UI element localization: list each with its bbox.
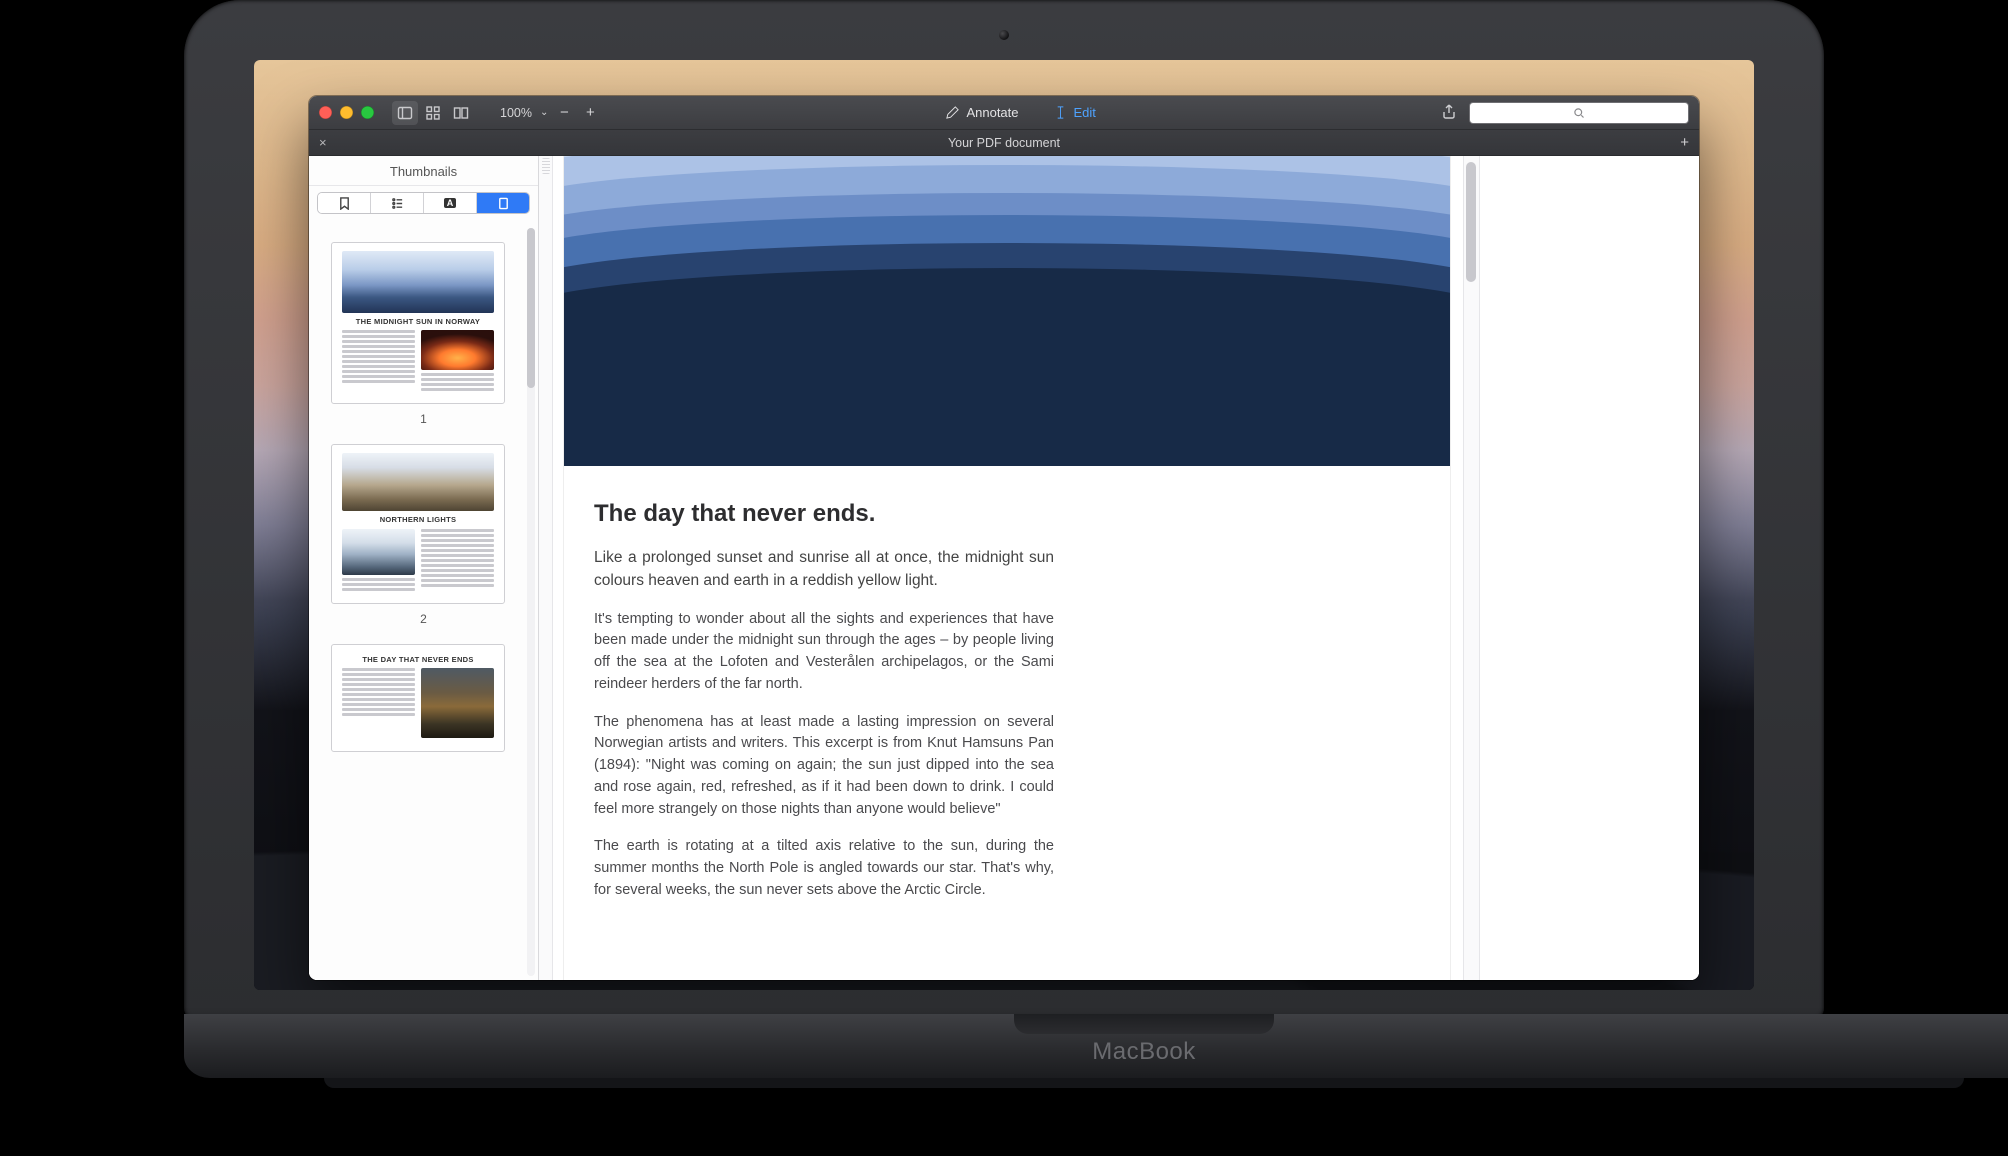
- thumb-page-number: 1: [319, 412, 528, 426]
- thumb-inset-image: [421, 330, 494, 370]
- view-grid-button[interactable]: [420, 101, 446, 125]
- bookmark-icon: [338, 197, 351, 210]
- seg-outline[interactable]: [370, 193, 423, 213]
- macbook-base: MacBook: [184, 1014, 2008, 1078]
- thumb-title: THE DAY THAT NEVER ENDS: [342, 655, 494, 664]
- seg-annotations[interactable]: A: [423, 193, 476, 213]
- page-gutter: [539, 156, 553, 980]
- sidebar-title: Thumbnails: [309, 156, 538, 186]
- thumb-title: NORTHERN LIGHTS: [342, 515, 494, 524]
- macbook-frame: 100% ⌄ − + Annotate Edit: [184, 0, 1824, 1078]
- thumbnail-page-1[interactable]: THE MIDNIGHT SUN IN NORWAY: [331, 242, 505, 404]
- thumb-title: THE MIDNIGHT SUN IN NORWAY: [342, 317, 494, 326]
- close-tab-button[interactable]: ×: [319, 135, 327, 150]
- thumbnail-list[interactable]: THE MIDNIGHT SUN IN NORWAY: [309, 224, 538, 980]
- document-viewer: The day that never ends. Like a prolonge…: [539, 156, 1699, 980]
- thumbnail-page-2[interactable]: NORTHERN LIGHTS: [331, 444, 505, 603]
- thumb-page-number: 2: [319, 612, 528, 626]
- document-tab-title[interactable]: Your PDF document: [948, 136, 1060, 150]
- thumb-text: [421, 529, 494, 593]
- window-controls: [319, 106, 374, 119]
- search-icon: [1573, 107, 1585, 119]
- article-paragraph: It's tempting to wonder about all the si…: [594, 609, 1054, 696]
- thumb-inset-image: [421, 668, 494, 738]
- zoom-control: 100% ⌄ − +: [500, 104, 600, 121]
- viewer-scrollbar-thumb[interactable]: [1466, 162, 1476, 282]
- thumb-image: [342, 251, 494, 313]
- annotations-icon: A: [444, 198, 457, 208]
- edit-mode-button[interactable]: Edit: [1053, 105, 1096, 120]
- thumb-image: [342, 453, 494, 511]
- hero-image: [564, 156, 1450, 466]
- list-icon: [391, 197, 404, 210]
- tab-bar: × Your PDF document +: [309, 130, 1699, 156]
- view-two-page-button[interactable]: [448, 101, 474, 125]
- seg-bookmarks[interactable]: [318, 193, 370, 213]
- article-paragraph: The phenomena has at least made a lastin…: [594, 712, 1054, 821]
- thumb-inset-image: [342, 529, 415, 575]
- close-window-button[interactable]: [319, 106, 332, 119]
- inspector-panel: [1479, 156, 1699, 980]
- zoom-window-button[interactable]: [361, 106, 374, 119]
- sidebar-scrollbar-thumb[interactable]: [527, 228, 535, 388]
- share-icon: [1441, 103, 1457, 119]
- thumb-text: [342, 578, 415, 591]
- device-brand-label: MacBook: [1092, 1038, 1196, 1066]
- zoom-in-button[interactable]: +: [580, 104, 600, 121]
- annotate-mode-button[interactable]: Annotate: [945, 105, 1018, 120]
- thumbnail-page-3[interactable]: THE DAY THAT NEVER ENDS: [331, 644, 505, 752]
- zoom-dropdown-icon[interactable]: ⌄: [540, 107, 548, 118]
- zoom-out-button[interactable]: −: [554, 104, 574, 121]
- thumb-text: [342, 668, 415, 741]
- thumb-text: [421, 373, 494, 391]
- page-icon: [497, 197, 510, 210]
- toggle-sidebar-button[interactable]: [392, 101, 418, 125]
- pencil-icon: [945, 105, 960, 120]
- minimize-window-button[interactable]: [340, 106, 353, 119]
- thumb-text: [342, 330, 415, 393]
- text-cursor-icon: [1053, 105, 1068, 120]
- edit-label: Edit: [1074, 105, 1096, 120]
- article-paragraph: Like a prolonged sunset and sunrise all …: [594, 546, 1054, 593]
- article-heading: The day that never ends.: [594, 500, 1054, 528]
- zoom-level-label[interactable]: 100%: [500, 106, 532, 120]
- document-page: The day that never ends. Like a prolonge…: [563, 156, 1451, 980]
- camera-dot: [999, 30, 1009, 40]
- annotate-label: Annotate: [966, 105, 1018, 120]
- share-button[interactable]: [1441, 103, 1457, 122]
- gutter-drag-handle[interactable]: [542, 158, 550, 174]
- pdf-app-window: 100% ⌄ − + Annotate Edit: [309, 96, 1699, 980]
- toolbar: 100% ⌄ − + Annotate Edit: [309, 96, 1699, 130]
- seg-thumbnails[interactable]: [476, 193, 529, 213]
- thumbnails-sidebar: Thumbnails A: [309, 156, 539, 980]
- article-paragraph: The earth is rotating at a tilted axis r…: [594, 836, 1054, 901]
- sidebar-toggle-group: [392, 101, 474, 125]
- desktop-wallpaper: 100% ⌄ − + Annotate Edit: [254, 60, 1754, 990]
- new-tab-button[interactable]: +: [1680, 134, 1689, 151]
- search-field[interactable]: [1469, 102, 1689, 124]
- sidebar-mode-segmented-control: A: [317, 192, 530, 214]
